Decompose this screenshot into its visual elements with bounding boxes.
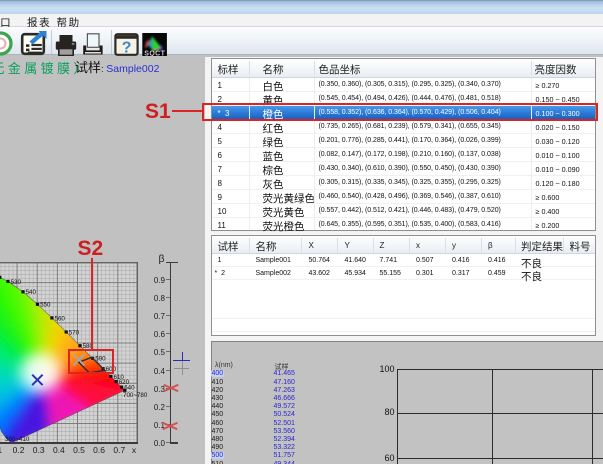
svg-text:560: 560 — [55, 315, 66, 322]
svg-text:570: 570 — [69, 329, 80, 336]
svg-text:540: 540 — [26, 289, 37, 296]
svg-text:SQCT: SQCT — [144, 50, 165, 55]
svg-text:550: 550 — [40, 302, 51, 309]
svg-text:640: 640 — [124, 385, 135, 392]
svg-text:380~410: 380~410 — [5, 436, 30, 443]
svg-text:?: ? — [122, 39, 132, 56]
svg-text:530: 530 — [11, 279, 22, 286]
